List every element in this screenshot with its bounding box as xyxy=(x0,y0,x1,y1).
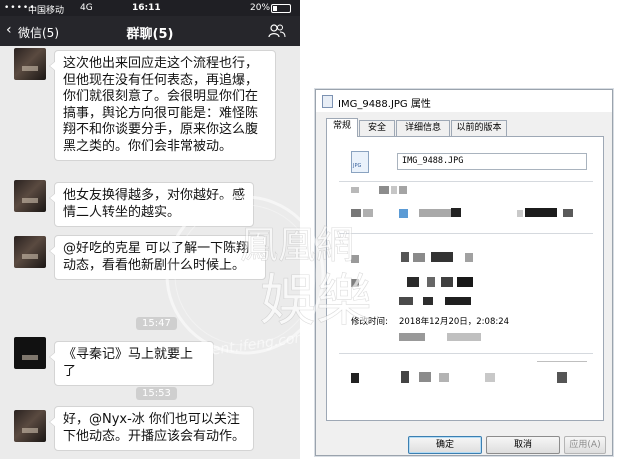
status-time: 16:11 xyxy=(132,3,161,13)
divider xyxy=(339,233,593,234)
group-members-icon[interactable] xyxy=(268,24,286,38)
redacted-block xyxy=(557,372,567,383)
redacted-block xyxy=(399,297,413,305)
chat-title: 群聊(5) xyxy=(126,27,174,42)
message-bubble[interactable]: 《寻秦记》马上就要上了 xyxy=(49,341,214,386)
redacted-block xyxy=(485,373,495,382)
redacted-block xyxy=(401,371,409,383)
redacted-block xyxy=(431,252,453,262)
redacted-block xyxy=(451,208,461,217)
redacted-block xyxy=(441,277,453,287)
chat-nav-bar: ‹ 微信(5) 群聊(5) xyxy=(0,16,300,46)
timestamp: 15:47 xyxy=(136,317,177,330)
modified-date: 2018年12月20日，2:08:24 xyxy=(399,317,510,327)
redacted-block xyxy=(465,253,473,262)
status-bar: ••••• 中国移动 4G 16:11 20% xyxy=(0,0,300,16)
redacted-block xyxy=(447,333,481,341)
tab-general[interactable]: 常规 xyxy=(326,118,358,137)
redacted-block xyxy=(427,277,435,287)
carrier-name: 中国移动 xyxy=(28,6,65,16)
redacted-block xyxy=(351,279,359,287)
sender-avatar[interactable] xyxy=(14,236,46,268)
redacted-block xyxy=(391,186,397,194)
redacted-block xyxy=(419,372,431,382)
dialog-title-bar[interactable]: IMG_9488.JPG 属性 xyxy=(316,90,612,112)
redacted-block xyxy=(413,253,425,262)
redacted-block xyxy=(379,186,389,194)
redacted-block xyxy=(351,187,359,193)
redacted-block xyxy=(401,252,409,262)
sender-avatar[interactable] xyxy=(14,180,46,212)
redacted-block xyxy=(439,373,449,382)
filename-field[interactable]: IMG_9488.JPG xyxy=(397,153,587,170)
redacted-block xyxy=(399,186,407,194)
general-tab-panel: IMG_9488.JPG 修改时间: 2018年12月20日，2:08:24 xyxy=(326,136,604,421)
divider xyxy=(339,181,593,182)
dialog-title: IMG_9488.JPG 属性 xyxy=(338,99,431,110)
divider xyxy=(339,353,593,354)
redacted-block xyxy=(399,333,425,341)
redacted-block xyxy=(351,373,359,383)
redacted-block xyxy=(445,297,471,305)
redacted-block xyxy=(525,208,557,217)
redacted-block xyxy=(457,277,473,287)
message-bubble[interactable]: 这次他出来回应走这个流程也行，但他现在没有任何表态，再追爆，你们就很刻意了。会很… xyxy=(49,50,276,161)
message-bubble[interactable]: 他女友换得越多，对你越好。感情二人转坐的越实。 xyxy=(49,182,254,227)
redacted-block xyxy=(419,209,451,217)
cancel-button[interactable]: 取消 xyxy=(486,436,560,454)
ok-button[interactable]: 确定 xyxy=(408,436,482,454)
modified-label: 修改时间: xyxy=(351,317,388,327)
message-bubble[interactable]: 好，@Nyx-冰 你们也可以关注下他动态。开播应该会有动作。 xyxy=(49,406,254,451)
divider xyxy=(537,361,587,362)
battery-percent: 20% xyxy=(250,3,271,13)
network-type: 4G xyxy=(80,3,93,13)
tab-previous-versions[interactable]: 以前的版本 xyxy=(451,120,507,136)
redacted-block xyxy=(399,209,408,218)
sender-avatar[interactable] xyxy=(14,48,46,80)
jpg-file-icon xyxy=(351,151,369,173)
tab-details[interactable]: 详细信息 xyxy=(396,120,450,136)
sender-avatar[interactable] xyxy=(14,337,46,369)
redacted-block xyxy=(423,297,433,305)
wechat-screen: ••••• 中国移动 4G 16:11 20% ‹ 微信(5) 群聊(5) 这次… xyxy=(0,0,300,459)
file-properties-dialog: IMG_9488.JPG 属性 常规 安全 详细信息 以前的版本 IMG_948… xyxy=(315,89,613,456)
redacted-block xyxy=(407,277,419,287)
redacted-block xyxy=(351,255,359,263)
sender-avatar[interactable] xyxy=(14,410,46,442)
chat-message-list[interactable]: 这次他出来回应走这个流程也行，但他现在没有任何表态，再追爆，你们就很刻意了。会很… xyxy=(0,46,300,459)
message-bubble[interactable]: @好吃的克星 可以了解一下陈翔动态，看看他新剧什么时候上。 xyxy=(49,235,266,280)
redacted-block xyxy=(563,209,573,217)
battery-icon xyxy=(271,4,291,13)
apply-button[interactable]: 应用(A) xyxy=(564,436,606,454)
file-icon xyxy=(322,95,333,108)
redacted-block xyxy=(351,209,361,217)
redacted-block xyxy=(363,209,373,217)
timestamp: 15:53 xyxy=(136,387,177,400)
tab-security[interactable]: 安全 xyxy=(359,120,395,136)
redacted-block xyxy=(517,210,523,217)
